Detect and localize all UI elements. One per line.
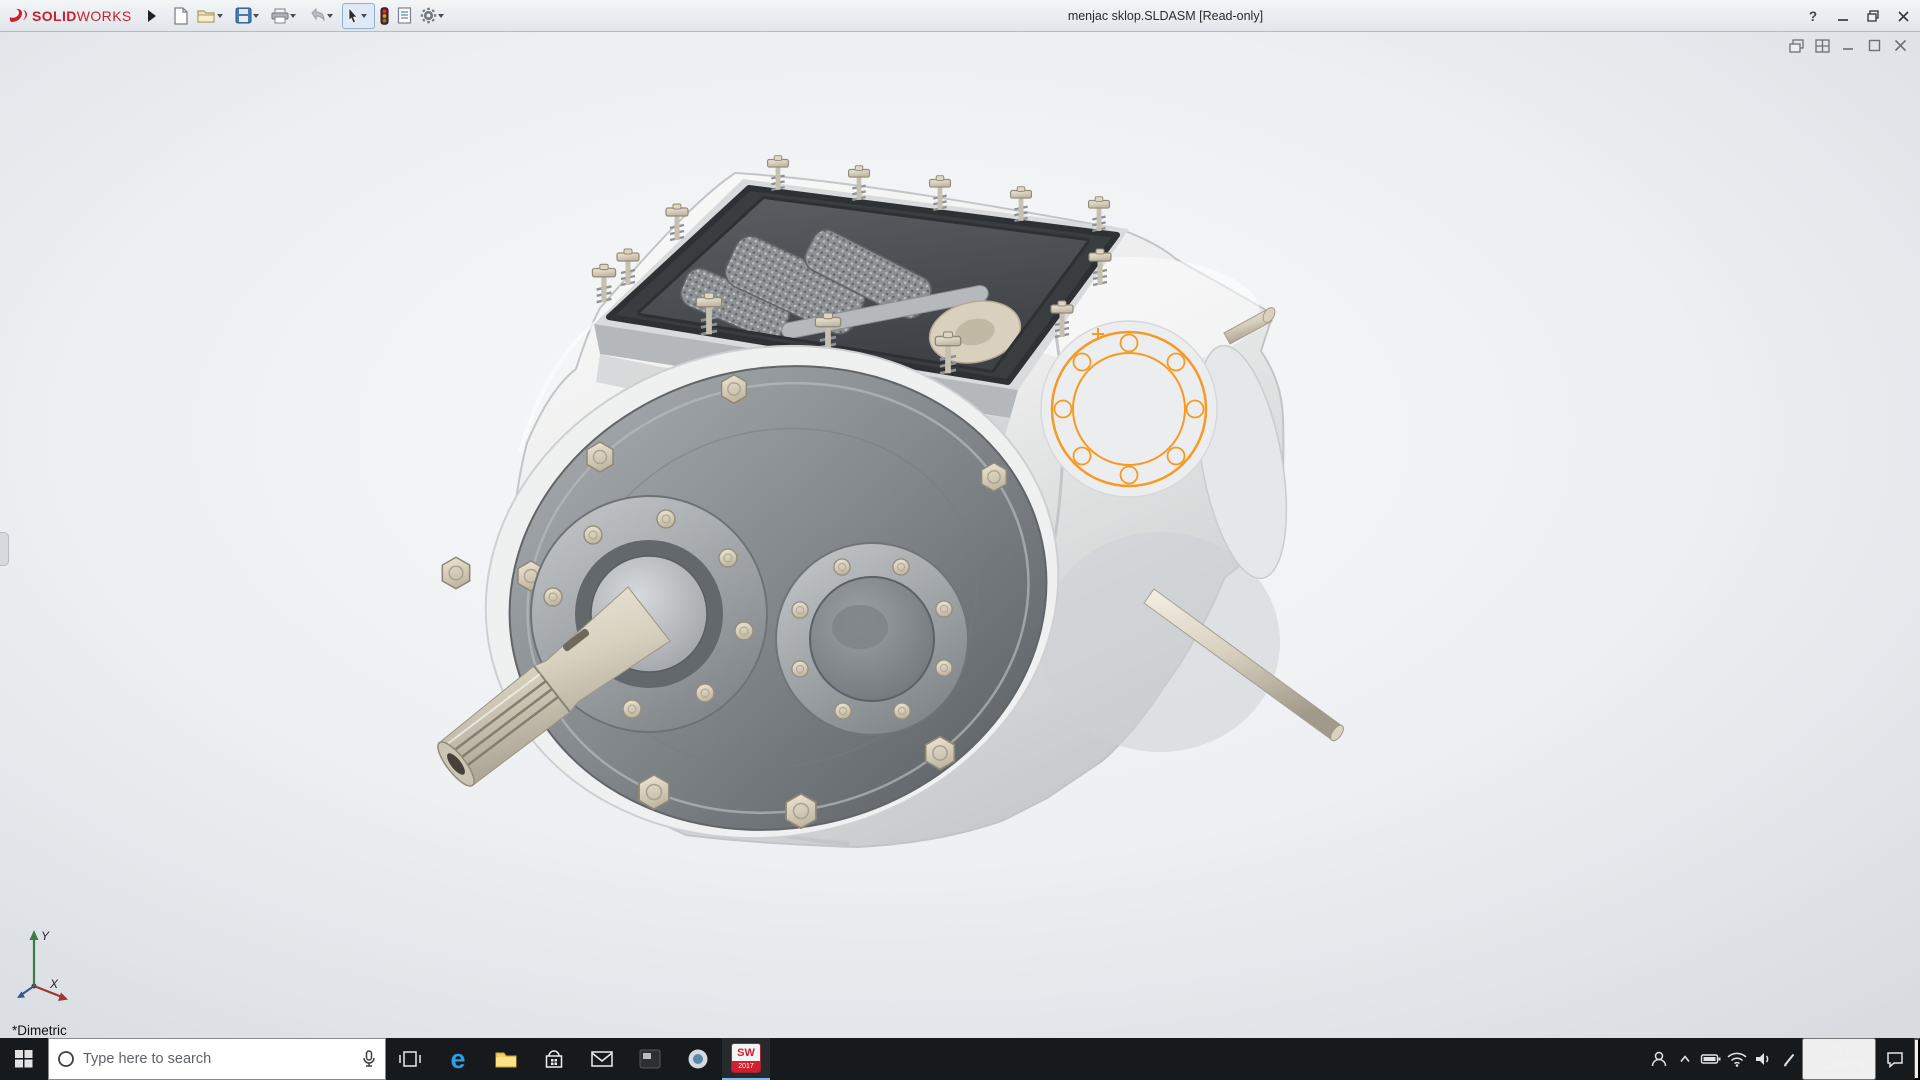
action-center-icon — [1885, 1049, 1905, 1069]
orientation-triad: Y X — [8, 920, 80, 1012]
solidworks-taskbar-icon[interactable]: SW 2017 — [722, 1038, 770, 1080]
titlebar: SOLIDWORKS — [0, 0, 1920, 32]
people-icon[interactable] — [1646, 1038, 1672, 1080]
action-center-button[interactable] — [1876, 1038, 1914, 1080]
new-document-icon — [173, 7, 189, 25]
mail-icon[interactable] — [578, 1038, 626, 1080]
solidworks-logo: SOLIDWORKS — [0, 7, 142, 25]
file-properties-button[interactable] — [394, 3, 415, 29]
taskbar: e — [0, 1038, 1920, 1080]
clock-date: 7/13/2018 — [1813, 1059, 1864, 1073]
microphone-icon[interactable] — [361, 1049, 377, 1069]
battery-glyph — [1700, 1051, 1722, 1067]
triad-y-label: Y — [41, 929, 50, 943]
close-button[interactable] — [1888, 1, 1918, 31]
chevron-up-icon — [1677, 1051, 1693, 1067]
document-window-controls — [1787, 37, 1910, 54]
doc-close-button[interactable] — [1891, 37, 1910, 54]
menu-flyout-arrow[interactable] — [148, 10, 156, 22]
help-button[interactable]: ? — [1798, 1, 1828, 31]
gearbox-model[interactable] — [0, 32, 1920, 1038]
doc-minimize-icon — [1842, 39, 1855, 52]
print-icon — [271, 8, 289, 24]
store-bag-icon — [543, 1048, 565, 1070]
feature-panel-collapse-tab[interactable] — [0, 532, 9, 566]
battery-icon[interactable] — [1698, 1038, 1724, 1080]
doc-close-icon — [1894, 39, 1907, 52]
undo-icon — [308, 8, 326, 23]
restore-icon — [1867, 10, 1879, 22]
volume-icon[interactable] — [1750, 1038, 1776, 1080]
start-button[interactable] — [0, 1038, 48, 1080]
view-orientation-label: *Dimetric — [12, 1023, 67, 1038]
minimize-button[interactable] — [1828, 1, 1858, 31]
print-button[interactable] — [268, 3, 303, 29]
taskbar-clock[interactable]: 10:31 AM 7/13/2018 — [1802, 1038, 1876, 1080]
edge-browser-icon[interactable]: e — [434, 1038, 482, 1080]
cascade-window-icon — [1789, 39, 1804, 53]
pen-glyph — [1780, 1050, 1798, 1068]
graphics-area[interactable]: Y X *Dimetric — [0, 32, 1920, 1038]
doc-cascade-button[interactable] — [1787, 37, 1806, 54]
options-button[interactable] — [417, 3, 451, 29]
system-tray: 10:31 AM 7/13/2018 — [1646, 1038, 1920, 1080]
save-dropdown-arrow[interactable] — [253, 14, 259, 18]
doc-restore-icon — [1868, 39, 1881, 52]
doc-minimize-button[interactable] — [1839, 37, 1858, 54]
minimize-icon — [1838, 11, 1849, 22]
wifi-glyph — [1726, 1051, 1748, 1067]
dark-app-icon — [638, 1048, 662, 1070]
window-controls: ? — [1798, 0, 1918, 32]
show-desktop-button[interactable] — [1914, 1038, 1920, 1080]
hidden-icons-chevron[interactable] — [1672, 1038, 1698, 1080]
task-view-icon — [398, 1049, 422, 1069]
rebuild-button[interactable] — [377, 3, 392, 29]
task-view-button[interactable] — [386, 1038, 434, 1080]
ds-logo-icon — [8, 7, 28, 25]
file-explorer-icon[interactable] — [482, 1038, 530, 1080]
print-dropdown-arrow[interactable] — [290, 14, 296, 18]
round-app-icon — [686, 1047, 710, 1071]
wifi-icon[interactable] — [1724, 1038, 1750, 1080]
doc-tile-button[interactable] — [1813, 37, 1832, 54]
open-folder-icon — [197, 8, 216, 24]
envelope-icon — [590, 1049, 614, 1069]
speaker-glyph — [1753, 1050, 1773, 1068]
search-input[interactable] — [83, 1051, 353, 1067]
people-glyph — [1649, 1049, 1669, 1069]
restore-button[interactable] — [1858, 1, 1888, 31]
pinned-app-round-icon[interactable] — [674, 1038, 722, 1080]
document-title: menjac sklop.SLDASM [Read-only] — [1068, 9, 1263, 23]
tile-window-icon — [1815, 39, 1830, 53]
folder-icon — [494, 1049, 518, 1069]
pinned-app-dark-icon[interactable] — [626, 1038, 674, 1080]
rebuild-traffic-light-icon — [380, 7, 389, 25]
triad-x-label: X — [49, 977, 59, 991]
quick-access-toolbar — [170, 3, 451, 29]
undo-dropdown-arrow[interactable] — [327, 14, 333, 18]
new-document-button[interactable] — [170, 3, 192, 29]
brand-wordmark: SOLIDWORKS — [32, 8, 132, 24]
select-dropdown-arrow[interactable] — [361, 14, 367, 18]
open-button[interactable] — [194, 3, 230, 29]
open-dropdown-arrow[interactable] — [217, 14, 223, 18]
options-dropdown-arrow[interactable] — [438, 14, 444, 18]
undo-button[interactable] — [305, 3, 340, 29]
windows-logo-icon — [15, 1050, 33, 1068]
save-button[interactable] — [232, 3, 266, 29]
bearing-cover[interactable] — [776, 543, 968, 735]
select-tool-button[interactable] — [342, 3, 375, 29]
solidworks-app-tile: SW 2017 — [731, 1043, 761, 1073]
pen-icon[interactable] — [1776, 1038, 1802, 1080]
store-icon[interactable] — [530, 1038, 578, 1080]
clock-time: 10:31 AM — [1815, 1045, 1864, 1059]
close-icon — [1898, 11, 1909, 22]
options-gear-icon — [420, 7, 437, 24]
doc-restore-button[interactable] — [1865, 37, 1884, 54]
cortana-icon — [57, 1050, 75, 1068]
save-floppy-icon — [235, 7, 252, 24]
file-properties-icon — [397, 7, 412, 24]
taskbar-search[interactable] — [48, 1038, 386, 1080]
select-cursor-icon — [346, 7, 360, 24]
